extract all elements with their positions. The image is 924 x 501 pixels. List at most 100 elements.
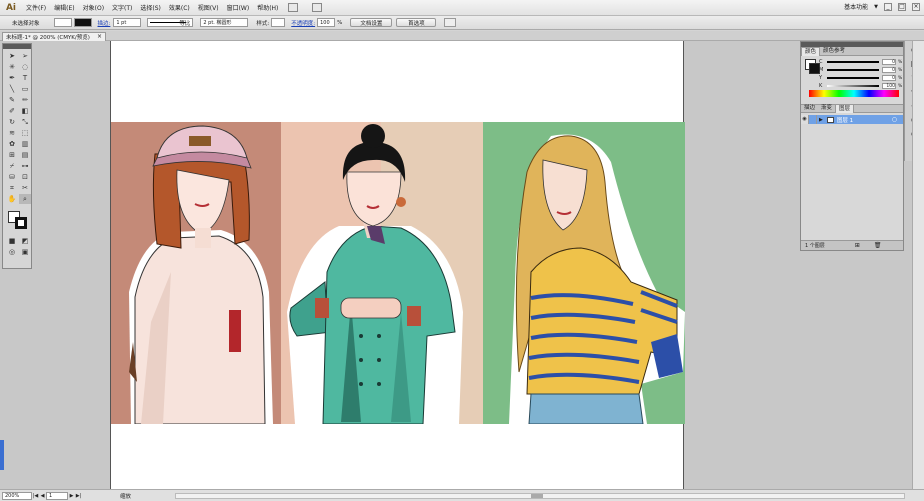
yellow-slider[interactable]: Y 0 % (801, 74, 903, 82)
selection-tool-icon[interactable]: ➤ (6, 51, 18, 61)
pencil-tool-icon[interactable]: ✏ (19, 95, 31, 105)
chevron-down-icon[interactable]: ▼ (874, 4, 878, 10)
menu-window[interactable]: 窗口(W) (227, 3, 250, 12)
zoom-level-field[interactable]: 200% (2, 491, 32, 500)
stroke-swatch[interactable] (15, 217, 27, 229)
magenta-slider-track[interactable] (827, 69, 879, 71)
magenta-slider[interactable]: M 0 % (801, 66, 903, 74)
preferences-button[interactable]: 首选项 (396, 18, 437, 27)
rotate-tool-icon[interactable]: ↻ (6, 117, 18, 127)
canvas-workarea[interactable] (0, 41, 912, 489)
eye-icon[interactable]: ◉ (801, 115, 809, 124)
direct-selection-tool-icon[interactable]: ➢ (19, 51, 31, 61)
column-graph-tool-icon[interactable]: ▥ (19, 139, 31, 149)
first-artboard-icon[interactable]: |◀ (32, 493, 39, 499)
cyan-value[interactable]: 0 (882, 59, 896, 65)
eyedropper-tool-icon[interactable]: ⌿ (6, 161, 18, 171)
horizontal-scroll-thumb[interactable] (531, 494, 543, 498)
tab-color-guide[interactable]: 颜色参考 (820, 47, 848, 56)
live-paint-bucket-tool-icon[interactable]: ⛁ (6, 172, 18, 182)
menu-view[interactable]: 视图(V) (198, 3, 219, 12)
free-transform-tool-icon[interactable]: ⬚ (19, 128, 31, 138)
tab-color[interactable]: 颜色 (801, 46, 821, 56)
artboard-number-field[interactable]: 1 (46, 491, 68, 500)
arrange-documents-icon[interactable] (312, 3, 323, 12)
tab-gradient[interactable]: 渐变 (818, 104, 835, 113)
expand-triangle-icon[interactable]: ▶ (819, 117, 823, 123)
stroke-link[interactable]: 描边: (98, 19, 111, 27)
tab-stroke[interactable]: 描边 (801, 104, 818, 113)
stroke-color-picker[interactable] (73, 18, 92, 27)
horizontal-scrollbar[interactable] (175, 493, 905, 499)
black-slider-track[interactable] (827, 85, 879, 87)
menu-help[interactable]: 帮助(H) (257, 3, 278, 12)
new-layer-icon[interactable]: ⊞ (855, 242, 860, 249)
menu-file[interactable]: 文件(F) (26, 3, 46, 12)
black-value[interactable]: 100 (882, 83, 896, 89)
color-spectrum-bar[interactable] (809, 90, 899, 97)
minimize-button[interactable]: _ (884, 2, 892, 11)
delete-layer-icon[interactable]: 🗑 (874, 242, 882, 249)
brush-definition-select[interactable]: 2 pt. 椭圆形 (200, 18, 249, 27)
previous-artboard-icon[interactable]: ◀ (39, 493, 46, 499)
stroke-weight-input[interactable]: 1 pt (113, 18, 142, 27)
fill-color-picker[interactable] (53, 18, 72, 27)
scissors-tool-icon[interactable]: ✂ (19, 183, 31, 193)
black-slider[interactable]: K 100 % (801, 82, 903, 90)
document-tab[interactable]: 未标题-1* @ 200% (CMYK/预览) × (2, 32, 106, 41)
illustration-artwork[interactable] (111, 122, 685, 424)
graphic-style-picker[interactable] (271, 18, 286, 27)
workspace-switcher[interactable]: 基本功能 (844, 2, 868, 11)
artboard-tool-icon[interactable]: ⊡ (19, 172, 31, 182)
close-button[interactable]: × (912, 2, 920, 11)
magic-wand-tool-icon[interactable]: ✳ (6, 62, 18, 72)
mesh-tool-icon[interactable]: ⊞ (6, 150, 18, 160)
color-mode-icon[interactable]: ■ (6, 236, 18, 246)
opacity-input[interactable]: 100 (317, 18, 336, 27)
symbol-sprayer-tool-icon[interactable]: ✿ (6, 139, 18, 149)
hand-tool-icon[interactable]: ✋ (6, 194, 18, 204)
menu-object[interactable]: 对象(O) (83, 3, 104, 12)
menu-edit[interactable]: 编辑(E) (54, 3, 74, 12)
layer-row[interactable]: ◉ ▶ 图层 1 ○ (801, 115, 903, 124)
next-artboard-icon[interactable]: ▶ (68, 493, 75, 499)
yellow-value[interactable]: 0 (882, 75, 896, 81)
zoom-tool-icon[interactable]: ⌕ (19, 194, 31, 204)
gradient-tool-icon[interactable]: ▤ (19, 150, 31, 160)
menu-effect[interactable]: 效果(C) (169, 3, 190, 12)
opacity-link[interactable]: 不透明度: (291, 19, 315, 27)
scale-tool-icon[interactable]: ⤡ (19, 117, 31, 127)
paintbrush-tool-icon[interactable]: ✎ (6, 95, 18, 105)
rectangle-tool-icon[interactable]: ▭ (19, 84, 31, 94)
magenta-value[interactable]: 0 (882, 67, 896, 73)
blend-tool-icon[interactable]: ⊶ (19, 161, 31, 171)
tab-layers[interactable]: 图层 (835, 104, 855, 113)
cyan-slider-track[interactable] (827, 61, 879, 63)
target-icon[interactable]: ○ (892, 116, 897, 123)
draw-mode-icon[interactable]: ◎ (6, 247, 18, 257)
bridge-icon[interactable] (288, 3, 299, 12)
vertical-scrollbar[interactable] (912, 41, 924, 489)
yellow-slider-track[interactable] (827, 77, 879, 79)
slice-tool-icon[interactable]: ⌗ (6, 183, 18, 193)
blob-brush-tool-icon[interactable]: ✐ (6, 106, 18, 116)
menu-select[interactable]: 选择(S) (140, 3, 161, 12)
screen-mode-icon[interactable]: ▣ (19, 247, 31, 257)
align-options-icon[interactable] (444, 18, 457, 27)
type-tool-icon[interactable]: T (19, 73, 31, 83)
menu-type[interactable]: 文字(T) (112, 3, 132, 12)
last-artboard-icon[interactable]: ▶| (75, 493, 82, 499)
document-setup-button[interactable]: 文档设置 (350, 18, 393, 27)
gradient-mode-icon[interactable]: ◩ (19, 236, 31, 246)
artboard[interactable] (110, 41, 685, 489)
lock-toggle[interactable] (809, 115, 817, 124)
pen-tool-icon[interactable]: ✒ (6, 73, 18, 83)
warp-tool-icon[interactable]: ≋ (6, 128, 18, 138)
close-icon[interactable]: × (97, 33, 102, 40)
layer-name[interactable]: 图层 1 (837, 116, 853, 124)
lasso-tool-icon[interactable]: ◌ (19, 62, 31, 72)
cyan-slider[interactable]: C 0 % (801, 58, 903, 66)
maximize-button[interactable]: □ (898, 2, 906, 11)
line-tool-icon[interactable]: ╲ (6, 84, 18, 94)
eraser-tool-icon[interactable]: ◧ (19, 106, 31, 116)
